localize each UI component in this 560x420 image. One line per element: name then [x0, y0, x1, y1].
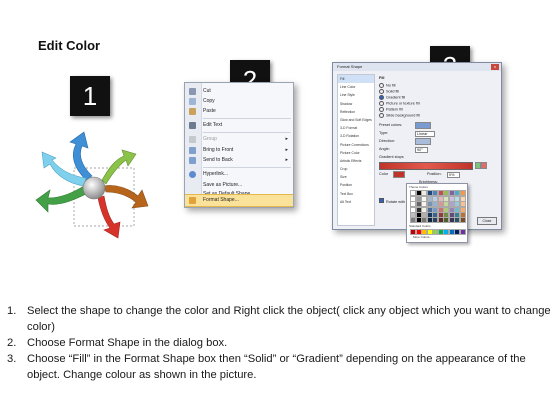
preset-colors-dropdown[interactable]: [415, 122, 431, 129]
copy-icon: [189, 98, 196, 105]
position-input[interactable]: 0%: [447, 172, 460, 178]
category-crop[interactable]: Crop: [338, 165, 374, 173]
category-picture-corrections[interactable]: Picture Corrections: [338, 141, 374, 149]
option-picture-fill[interactable]: Picture or texture fill: [379, 101, 420, 106]
gradient-stops-label: Gradient stops: [379, 155, 404, 159]
bring-to-front-icon: [189, 147, 196, 154]
category-fill[interactable]: Fill: [338, 75, 374, 84]
orange-arrow-shape: [103, 185, 149, 209]
menu-item-send-to-back[interactable]: Send to Back ▸: [185, 155, 293, 166]
globe-link-icon: [189, 171, 196, 178]
menu-item-paste[interactable]: Paste: [185, 106, 293, 117]
category-artistic-effects[interactable]: Artistic Effects: [338, 157, 374, 165]
remove-stop-icon[interactable]: [481, 162, 487, 169]
send-to-back-icon: [189, 157, 196, 164]
submenu-arrow-icon: ▸: [285, 136, 288, 142]
color-swatch[interactable]: [459, 190, 466, 196]
clipboard-icon: [189, 108, 196, 115]
color-picker-button[interactable]: [393, 171, 405, 178]
color-label: Color: [379, 172, 389, 176]
category-line-style[interactable]: Line Style: [338, 91, 374, 99]
category-3d-rotation[interactable]: 3-D Rotation: [338, 132, 374, 140]
instruction-item: 1. Select the shape to change the color a…: [7, 305, 551, 333]
category-3d-format[interactable]: 3-D Format: [338, 124, 374, 132]
option-slide-bg-fill[interactable]: Slide background fill: [379, 113, 420, 118]
menu-item-edit-text[interactable]: Edit Text: [185, 120, 293, 131]
category-size[interactable]: Size: [338, 173, 374, 181]
preset-colors-label: Preset colors:: [379, 123, 403, 127]
format-shape-icon: [189, 197, 196, 204]
swirl-arrows-graphic[interactable]: [34, 128, 154, 240]
menu-item-format-shape[interactable]: Format Shape...: [185, 194, 293, 207]
option-pattern-fill[interactable]: Pattern fill: [379, 107, 403, 112]
close-button[interactable]: Close: [477, 217, 497, 225]
type-select[interactable]: Linear: [415, 131, 435, 137]
category-position[interactable]: Position: [338, 181, 374, 189]
position-label: Position:: [427, 172, 442, 176]
lime-arrow-shape: [101, 149, 137, 185]
direction-label: Direction:: [379, 139, 396, 143]
option-no-fill[interactable]: No fill: [379, 83, 396, 88]
category-reflection[interactable]: Reflection: [338, 108, 374, 116]
green-arrow-shape: [35, 185, 87, 213]
category-line-color[interactable]: Line Color: [338, 83, 374, 91]
instructions-list: 1. Select the shape to change the color a…: [7, 303, 552, 383]
instruction-item: 3. Choose “Fill” in the Format Shape box …: [7, 353, 526, 381]
group-icon: [189, 136, 196, 143]
page-title: Edit Color: [38, 38, 101, 53]
color-swatch[interactable]: [459, 229, 466, 235]
blue-arrow-shape: [69, 131, 93, 181]
menu-item-group: Group ▸: [185, 134, 293, 145]
dialog-category-list: Fill Line Color Line Style Shadow Reflec…: [337, 74, 375, 226]
type-label: Type:: [379, 131, 389, 135]
category-glow[interactable]: Glow and Soft Edges: [338, 116, 374, 124]
step-badge-1: 1: [70, 76, 110, 116]
menu-item-hyperlink[interactable]: Hyperlink...: [185, 169, 293, 180]
category-alt-text[interactable]: Alt Text: [338, 198, 374, 206]
instruction-item: 2. Choose Format Shape in the dialog box.: [7, 337, 228, 349]
red-arrow-shape: [97, 195, 121, 239]
angle-input[interactable]: 90°: [415, 147, 428, 153]
theme-colors-label: Theme Colors: [409, 185, 428, 189]
category-picture-color[interactable]: Picture Color: [338, 149, 374, 157]
color-swatch[interactable]: [459, 217, 466, 223]
option-solid-fill[interactable]: Solid fill: [379, 89, 399, 94]
standard-colors-label: Standard Colors: [409, 224, 431, 228]
dialog-close-icon[interactable]: x: [491, 64, 499, 70]
submenu-arrow-icon: ▸: [285, 157, 288, 163]
angle-label: Angle:: [379, 147, 390, 151]
category-text-box[interactable]: Text Box: [338, 190, 374, 198]
scissors-icon: [189, 88, 196, 95]
category-shadow[interactable]: Shadow: [338, 100, 374, 108]
dialog-title: Format Shape: [337, 64, 363, 69]
color-palette-popup: Theme Colors Standard Colors More Colors…: [406, 183, 468, 243]
edit-text-icon: [189, 122, 196, 129]
direction-dropdown[interactable]: [415, 138, 431, 145]
more-colors-link[interactable]: More Colors...: [413, 235, 432, 239]
fill-heading: Fill: [379, 76, 385, 80]
gradient-stops-bar[interactable]: [379, 162, 473, 170]
dialog-title-bar: Format Shape: [333, 63, 501, 71]
context-menu: Cut Copy Paste Edit Text Group ▸ Bring to…: [184, 82, 294, 208]
option-gradient-fill[interactable]: Gradient fill: [379, 95, 405, 100]
